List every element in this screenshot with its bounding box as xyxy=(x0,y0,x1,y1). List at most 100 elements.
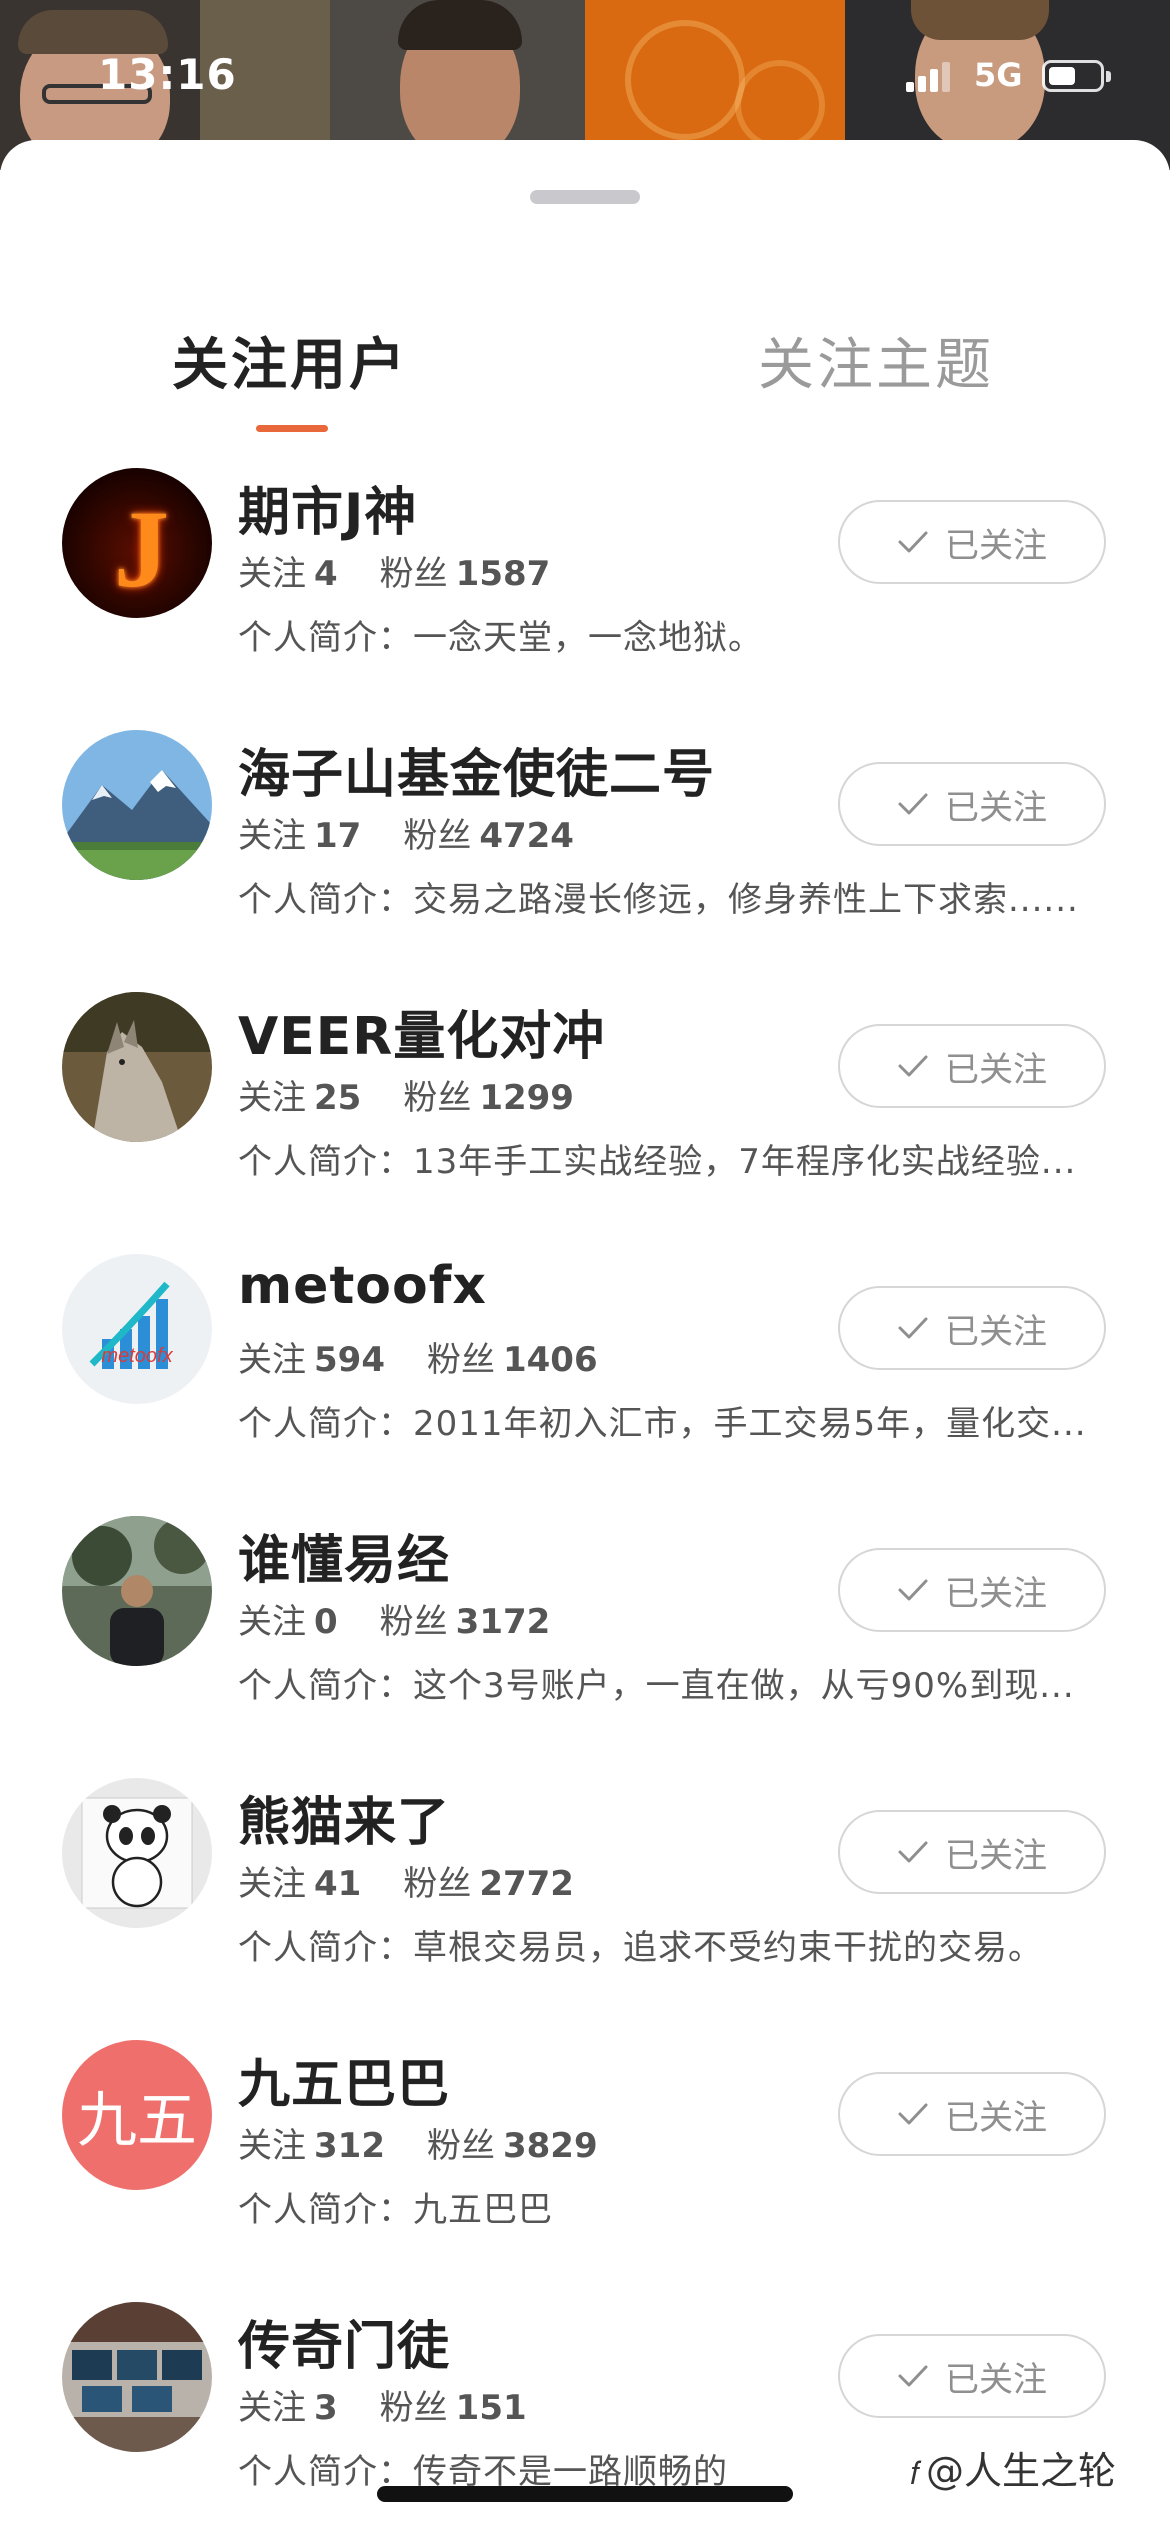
battery-icon xyxy=(1042,60,1111,92)
following-label: 关注 xyxy=(238,2388,306,2428)
user-stats: 关注 25 粉丝 1299 xyxy=(238,1070,574,1119)
tab-following-users[interactable]: 关注用户 xyxy=(172,320,408,401)
user-row[interactable]: VEER量化对冲 关注 25 粉丝 1299 个人简介：13年手工实战经验，7年程序化… xyxy=(0,986,1170,1248)
followers-count: 1299 xyxy=(479,1078,574,1118)
check-icon xyxy=(898,531,928,553)
check-icon xyxy=(898,793,928,815)
bottom-sheet: 关注用户 关注主题 J 期市J神 关注 4 粉丝 1587 个人简介：一念天堂，一念地… xyxy=(0,140,1170,2532)
sheet-grabber[interactable] xyxy=(530,190,640,204)
followed-button[interactable]: 已关注 xyxy=(838,2072,1106,2156)
followers-label: 粉丝 xyxy=(379,554,448,594)
user-name[interactable]: 九五巴巴 xyxy=(238,2042,450,2117)
following-label: 关注 xyxy=(238,1864,306,1904)
followers-label: 粉丝 xyxy=(403,816,472,856)
followed-button[interactable]: 已关注 xyxy=(838,762,1106,846)
user-name[interactable]: 期市J神 xyxy=(238,470,417,545)
user-row[interactable]: 海子山基金使徒二号 关注 17 粉丝 4724 个人简介：交易之路漫长修远，修身养性上… xyxy=(0,724,1170,986)
tab-indicator xyxy=(256,425,328,432)
following-count: 594 xyxy=(314,1340,385,1380)
check-icon xyxy=(898,2365,928,2387)
avatar[interactable]: metoofx xyxy=(62,1254,212,1404)
following-label: 关注 xyxy=(238,1078,306,1118)
followers-count: 3172 xyxy=(455,1602,551,1642)
home-indicator[interactable] xyxy=(377,2486,793,2502)
following-count: 0 xyxy=(314,1602,338,1642)
followers-count: 4724 xyxy=(479,816,574,856)
avatar[interactable]: J xyxy=(62,468,212,618)
followed-button[interactable]: 已关注 xyxy=(838,500,1106,584)
user-bio: 个人简介：九五巴巴 xyxy=(238,2190,553,2230)
signal-icon xyxy=(906,62,952,92)
check-icon xyxy=(898,2103,928,2125)
followers-count: 2772 xyxy=(479,1864,574,1904)
user-stats: 关注 594 粉丝 1406 xyxy=(238,1332,598,1381)
user-stats: 关注 0 粉丝 3172 xyxy=(238,1594,550,1643)
followers-label: 粉丝 xyxy=(426,1340,495,1380)
user-row[interactable]: 九五 九五巴巴 关注 312 粉丝 3829 个人简介：九五巴巴 已关注 xyxy=(0,2034,1170,2296)
followed-label: 已关注 xyxy=(945,1049,1047,1090)
user-name[interactable]: VEER量化对冲 xyxy=(238,994,605,1069)
user-bio: 个人简介：2011年初入汇市，手工交易5年，量化交... xyxy=(238,1404,1087,1444)
followers-count: 3829 xyxy=(502,2126,598,2166)
following-count: 25 xyxy=(314,1078,362,1118)
avatar[interactable] xyxy=(62,2302,212,2452)
user-bio: 个人简介：草根交易员，追求不受约束干扰的交易。 xyxy=(238,1928,1043,1968)
following-label: 关注 xyxy=(238,1602,306,1642)
followed-button[interactable]: 已关注 xyxy=(838,1286,1106,1370)
avatar[interactable] xyxy=(62,1778,212,1928)
check-icon xyxy=(898,1841,928,1863)
following-label: 关注 xyxy=(238,2126,306,2166)
followers-label: 粉丝 xyxy=(379,1602,448,1642)
check-icon xyxy=(898,1055,928,1077)
following-count: 4 xyxy=(314,554,338,594)
user-name[interactable]: 传奇门徒 xyxy=(238,2304,450,2379)
screen: 13:16 5G 关注用户 关注主题 J 期市J神 关注 4 粉丝 1587 个人简介… xyxy=(0,0,1170,2532)
watermark-text: @人生之轮 xyxy=(925,2449,1116,2493)
weibo-icon: 𝑓 xyxy=(910,2454,920,2492)
followers-count: 151 xyxy=(455,2388,527,2428)
avatar[interactable] xyxy=(62,1516,212,1666)
followed-label: 已关注 xyxy=(945,1835,1047,1876)
user-stats: 关注 3 粉丝 151 xyxy=(238,2380,527,2429)
user-name[interactable]: 海子山基金使徒二号 xyxy=(238,732,715,807)
user-stats: 关注 17 粉丝 4724 xyxy=(238,808,574,857)
following-label: 关注 xyxy=(238,816,306,856)
check-icon xyxy=(898,1317,928,1339)
avatar[interactable]: 九五 xyxy=(62,2040,212,2190)
followers-label: 粉丝 xyxy=(426,2126,495,2166)
following-count: 41 xyxy=(314,1864,362,1904)
followed-label: 已关注 xyxy=(945,2359,1047,2400)
followed-button[interactable]: 已关注 xyxy=(838,1024,1106,1108)
avatar[interactable] xyxy=(62,730,212,880)
user-name[interactable]: metoofx xyxy=(238,1256,487,1316)
followed-label: 已关注 xyxy=(945,2097,1047,2138)
followed-button[interactable]: 已关注 xyxy=(838,2334,1106,2418)
following-count: 17 xyxy=(314,816,362,856)
user-name[interactable]: 谁懂易经 xyxy=(238,1518,450,1593)
following-count: 3 xyxy=(314,2388,338,2428)
network-type: 5G xyxy=(974,56,1023,94)
followers-count: 1406 xyxy=(502,1340,598,1380)
followers-label: 粉丝 xyxy=(379,2388,448,2428)
following-count: 312 xyxy=(314,2126,385,2166)
followed-label: 已关注 xyxy=(945,1573,1047,1614)
followed-button[interactable]: 已关注 xyxy=(838,1548,1106,1632)
status-bar: 13:16 5G xyxy=(0,0,1170,140)
user-row[interactable]: 谁懂易经 关注 0 粉丝 3172 个人简介：这个3号账户，一直在做，从亏90%到现.… xyxy=(0,1510,1170,1772)
user-row[interactable]: metoofx metoofx 关注 594 粉丝 1406 个人简介：2011年初入… xyxy=(0,1248,1170,1510)
user-name[interactable]: 熊猫来了 xyxy=(238,1780,450,1855)
tab-bar: 关注用户 关注主题 xyxy=(0,320,1170,440)
followed-button[interactable]: 已关注 xyxy=(838,1810,1106,1894)
clock: 13:16 xyxy=(98,50,237,99)
user-bio: 个人简介：这个3号账户，一直在做，从亏90%到现... xyxy=(238,1666,1075,1706)
avatar[interactable] xyxy=(62,992,212,1142)
user-bio: 个人简介：交易之路漫长修远，修身养性上下求索...... xyxy=(238,880,1079,920)
user-row[interactable]: J 期市J神 关注 4 粉丝 1587 个人简介：一念天堂，一念地狱。 已关注 xyxy=(0,462,1170,724)
following-label: 关注 xyxy=(238,1340,306,1380)
followed-label: 已关注 xyxy=(945,787,1047,828)
user-bio: 个人简介：13年手工实战经验，7年程序化实战经验... xyxy=(238,1142,1077,1182)
user-row[interactable]: 熊猫来了 关注 41 粉丝 2772 个人简介：草根交易员，追求不受约束干扰的交易。 … xyxy=(0,1772,1170,2034)
tab-following-topics[interactable]: 关注主题 xyxy=(758,320,994,401)
user-stats: 关注 41 粉丝 2772 xyxy=(238,1856,574,1905)
followers-label: 粉丝 xyxy=(403,1078,472,1118)
